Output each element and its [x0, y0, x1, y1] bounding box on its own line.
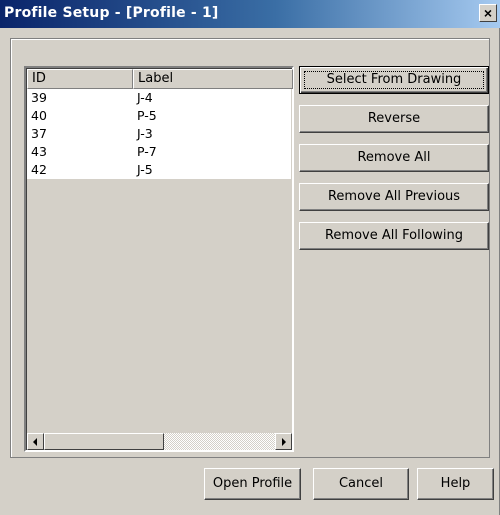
scroll-left-button[interactable] — [27, 433, 44, 450]
arrow-left-icon — [33, 438, 37, 446]
select-from-drawing-button[interactable]: Select From Drawing — [299, 66, 489, 94]
row-id: 43 — [31, 144, 47, 159]
list-row[interactable]: 37 J-3 — [27, 125, 291, 143]
remove-all-button[interactable]: Remove All — [299, 144, 489, 172]
row-id: 42 — [31, 162, 47, 177]
remove-all-previous-label: Remove All Previous — [327, 189, 461, 204]
arrow-right-icon — [282, 438, 286, 446]
focus-rectangle — [304, 71, 484, 89]
row-id: 40 — [31, 108, 47, 123]
close-button[interactable]: × — [479, 4, 497, 22]
list-row[interactable]: 39 J-4 — [27, 89, 291, 107]
list-row[interactable]: 40 P-5 — [27, 107, 291, 125]
open-profile-label: Open Profile — [212, 476, 293, 491]
cancel-button[interactable]: Cancel — [313, 468, 409, 500]
list-rows: 39 J-4 40 P-5 37 J-3 43 P-7 42 J-5 — [27, 89, 291, 179]
dialog-title: Profile Setup - [Profile - 1] — [4, 5, 219, 21]
remove-all-label: Remove All — [357, 150, 431, 165]
help-button[interactable]: Help — [417, 468, 494, 500]
row-label: P-5 — [137, 108, 157, 123]
open-profile-button[interactable]: Open Profile — [204, 468, 301, 500]
row-id: 37 — [31, 126, 47, 141]
list-row[interactable]: 43 P-7 — [27, 143, 291, 161]
help-label: Help — [440, 476, 471, 491]
scroll-right-button[interactable] — [275, 433, 292, 450]
row-label: J-4 — [137, 90, 153, 105]
reverse-button[interactable]: Reverse — [299, 105, 489, 133]
close-icon: × — [483, 5, 493, 21]
column-header-id[interactable]: ID — [27, 69, 133, 89]
row-label: P-7 — [137, 144, 157, 159]
row-label: J-3 — [137, 126, 153, 141]
remove-all-previous-button[interactable]: Remove All Previous — [299, 183, 489, 211]
column-header-label[interactable]: Label — [133, 69, 293, 89]
profile-element-list[interactable]: ID Label 39 J-4 40 P-5 37 J-3 43 P-7 42 … — [24, 66, 294, 452]
list-header: ID Label — [27, 69, 293, 89]
title-bar[interactable]: Profile Setup - [Profile - 1] × — [0, 0, 500, 28]
list-row[interactable]: 42 J-5 — [27, 161, 291, 179]
profile-setup-dialog: Profile Setup - [Profile - 1] × ID Label… — [0, 0, 500, 515]
row-id: 39 — [31, 90, 47, 105]
list-inner: ID Label 39 J-4 40 P-5 37 J-3 43 P-7 42 … — [26, 68, 293, 450]
horizontal-scrollbar[interactable] — [27, 433, 292, 450]
remove-all-following-button[interactable]: Remove All Following — [299, 222, 489, 250]
reverse-label: Reverse — [367, 111, 421, 126]
row-label: J-5 — [137, 162, 153, 177]
cancel-label: Cancel — [338, 476, 384, 491]
scrollbar-thumb[interactable] — [44, 433, 164, 450]
remove-all-following-label: Remove All Following — [324, 228, 464, 243]
